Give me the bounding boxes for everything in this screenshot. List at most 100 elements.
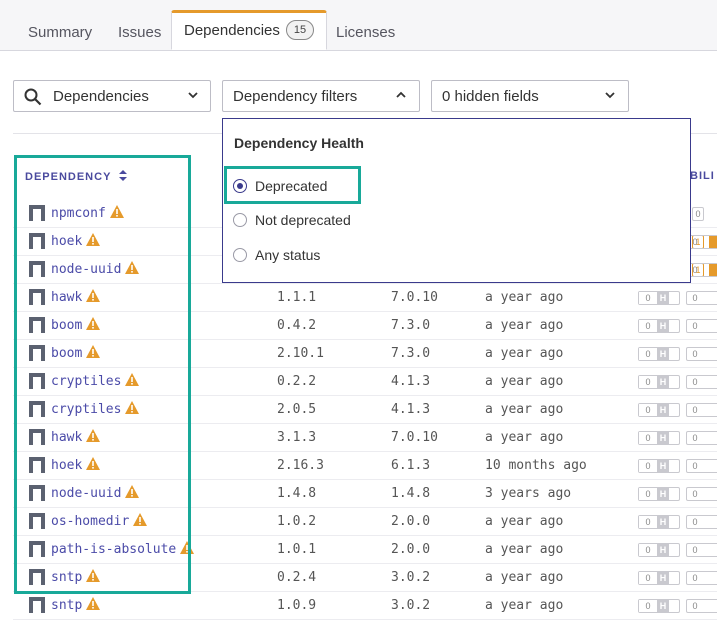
vulnerability-level: H [657,432,669,444]
last-updated: a year ago [485,430,564,445]
latest-version: 6.1.3 [391,458,431,473]
tab-dependencies-label: Dependencies [184,22,280,39]
hidden-fields-label: 0 hidden fields [442,88,539,105]
vulnerability-count: 0 [639,600,657,612]
vulnerability-level: H [657,376,669,388]
vulnerability-level: H [657,544,669,556]
warning-icon [86,597,101,610]
vulnerability-badge: 0H [638,515,680,529]
vulnerability-badge-secondary: 0 [686,347,717,361]
vulnerability-badge-secondary: 0 [686,319,717,333]
vulnerability-secondary-count: 0 [692,489,698,499]
tab-summary[interactable]: Summary [28,12,92,50]
last-updated: 3 years ago [485,486,572,501]
vulnerability-count: 0 [639,460,657,472]
search-scope-select[interactable]: Dependencies [13,80,211,112]
current-version: 1.1.1 [277,290,317,305]
last-updated: a year ago [485,374,564,389]
dependency-column-highlight [14,155,191,594]
vulnerability-secondary-count: 0 [692,601,698,611]
vulnerability-badge-secondary: 0 [686,487,717,501]
vulnerability-count: 0 [639,432,657,444]
latest-version: 1.4.8 [391,486,431,501]
vulnerability-secondary-count: 0 [692,517,698,527]
latest-version: 7.0.10 [391,430,438,445]
radio-any-status-label: Any status [255,247,321,263]
vulnerability-badge: 0H [638,431,680,445]
vulnerability-secondary-count: 0 [692,405,698,415]
vulnerability-level: H [657,320,669,332]
dependency-name-link[interactable]: sntp [51,597,101,613]
vulnerability-level: H [657,404,669,416]
search-scope-label: Dependencies [53,88,149,105]
vulnerability-column-header[interactable]: BILI [690,170,715,182]
tab-licenses[interactable]: Licenses [336,12,395,50]
vulnerability-count: 0 [639,404,657,416]
dependency-health-title: Dependency Health [234,135,364,151]
table-row[interactable]: sntp 1.0.9 3.0.2 a year ago 0 H 0 [0,592,717,620]
vulnerability-badge: 0H [638,459,680,473]
current-version: 1.0.1 [277,542,317,557]
last-updated: a year ago [485,570,564,585]
current-version: 0.2.2 [277,374,317,389]
tab-issues[interactable]: Issues [118,12,161,50]
current-version: 1.0.2 [277,514,317,529]
radio-unselected-icon[interactable] [233,213,247,227]
vulnerability-badge-secondary: 0 [686,375,717,389]
vulnerability-badge: 0H [638,571,680,585]
dependency-name: sntp [51,598,83,613]
vulnerability-count: 0 [695,209,701,219]
vulnerability-level: H [657,516,669,528]
latest-version: 3.0.2 [391,570,431,585]
vulnerability-count: 0 [639,544,657,556]
vulnerability-badge-secondary: 0 [686,403,717,417]
vulnerability-badge-secondary: 0 [686,599,717,613]
latest-version: 7.3.0 [391,346,431,361]
radio-unselected-icon[interactable] [233,248,247,262]
vulnerability-badge: 0H [638,543,680,557]
current-version: 2.10.1 [277,346,324,361]
chevron-down-icon [605,92,615,99]
search-icon [24,88,42,106]
vulnerability-badge-secondary: 0 [686,515,717,529]
vulnerability-count: 0 [639,572,657,584]
current-version: 0.2.4 [277,570,317,585]
tab-bar: Summary Issues Dependencies 15 Licenses [0,0,717,51]
last-updated: a year ago [485,290,564,305]
vulnerability-badge: 0H [638,403,680,417]
latest-version: 3.0.2 [391,598,431,613]
vulnerability-count: 0 [639,376,657,388]
vulnerability-badge-secondary: 0 [686,571,717,585]
vulnerability-badge: 0H [638,319,680,333]
vulnerability-count: 0 [639,488,657,500]
last-updated: a year ago [485,514,564,529]
vulnerability-badge: 0H [638,291,680,305]
hidden-fields-select[interactable]: 0 hidden fields [431,80,629,112]
vulnerability-count: 0 [639,348,657,360]
latest-version: 4.1.3 [391,374,431,389]
dependency-filters-select[interactable]: Dependency filters [222,80,420,112]
vulnerability-level: H [657,600,669,612]
vulnerability-secondary-count: 0 [692,349,698,359]
chevron-up-icon [396,91,406,98]
last-updated: a year ago [485,598,564,613]
current-version: 1.0.9 [277,598,317,613]
latest-version: 2.0.0 [391,514,431,529]
vulnerability-count: 0 [639,320,657,332]
latest-version: 7.0.10 [391,290,438,305]
vulnerability-badge-secondary: 0 [686,543,717,557]
vulnerability-secondary-count: 0 [692,545,698,555]
vulnerability-level: H [657,292,669,304]
tab-dependencies[interactable]: Dependencies 15 [171,10,328,50]
current-version: 1.4.8 [277,486,317,501]
current-version: 2.16.3 [277,458,324,473]
current-version: 2.0.5 [277,402,317,417]
vulnerability-secondary-count: 0 [692,433,698,443]
last-updated: 10 months ago [485,458,587,473]
vulnerability-badge: 0H [638,599,680,613]
vulnerability-level: H [657,460,669,472]
vulnerability-badge: 0H [638,487,680,501]
last-updated: a year ago [485,402,564,417]
vulnerability-secondary-count: 0 [692,293,698,303]
latest-version: 7.3.0 [391,318,431,333]
